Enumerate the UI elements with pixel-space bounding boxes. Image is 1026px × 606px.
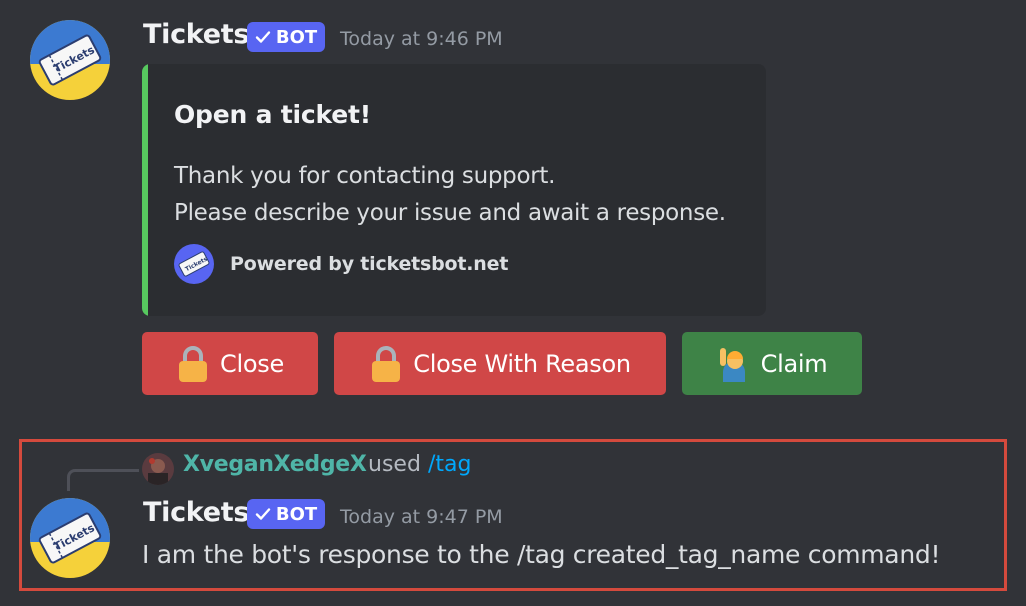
message-timestamp[interactable]: Today at 9:46 PM	[340, 28, 503, 50]
reply-username[interactable]: XveganXedgeX	[183, 452, 367, 477]
reply-user-avatar[interactable]	[142, 453, 174, 485]
close-with-reason-button[interactable]: Close With Reason	[334, 332, 666, 395]
embed-footer-text: Powered by ticketsbot.net	[230, 253, 509, 275]
lock-icon	[179, 345, 208, 382]
close-button-label: Close	[220, 349, 284, 378]
embed-title: Open a ticket!	[174, 100, 371, 129]
author-name[interactable]: Tickets	[143, 19, 249, 50]
claim-button-label: Claim	[760, 349, 828, 378]
reply-connector	[67, 469, 139, 491]
checkmark-icon	[255, 508, 271, 520]
embed-accent-bar	[142, 64, 148, 316]
embed-card: Open a ticket! Thank you for contacting …	[142, 64, 766, 316]
bot-badge: BOT	[247, 499, 325, 529]
close-button[interactable]: Close	[142, 332, 318, 395]
embed-description-line: Thank you for contacting support.	[174, 163, 556, 189]
reply-used-text: used	[368, 452, 421, 477]
embed-description-line: Please describe your issue and await a r…	[174, 200, 726, 226]
embed-description: Thank you for contacting support. Please…	[174, 158, 726, 232]
raising-hand-icon	[719, 347, 745, 382]
bot-badge-label: BOT	[275, 26, 318, 48]
claim-button[interactable]: Claim	[682, 332, 862, 395]
ticketsbot-footer-icon: Tickets	[174, 244, 214, 284]
embed-footer: Tickets Powered by ticketsbot.net	[174, 244, 508, 284]
message-content: I am the bot's response to the /tag crea…	[142, 540, 941, 569]
reply-command-link[interactable]: /tag	[428, 452, 471, 477]
author-name[interactable]: Tickets	[143, 497, 249, 528]
lock-icon	[372, 345, 401, 382]
message-timestamp[interactable]: Today at 9:47 PM	[340, 506, 503, 528]
tickets-bot-avatar[interactable]: Tickets	[30, 20, 110, 100]
checkmark-icon	[255, 31, 271, 43]
bot-badge-label: BOT	[275, 503, 318, 525]
close-with-reason-button-label: Close With Reason	[413, 349, 631, 378]
bot-badge: BOT	[247, 22, 325, 52]
tickets-bot-avatar[interactable]: Tickets	[30, 498, 110, 578]
